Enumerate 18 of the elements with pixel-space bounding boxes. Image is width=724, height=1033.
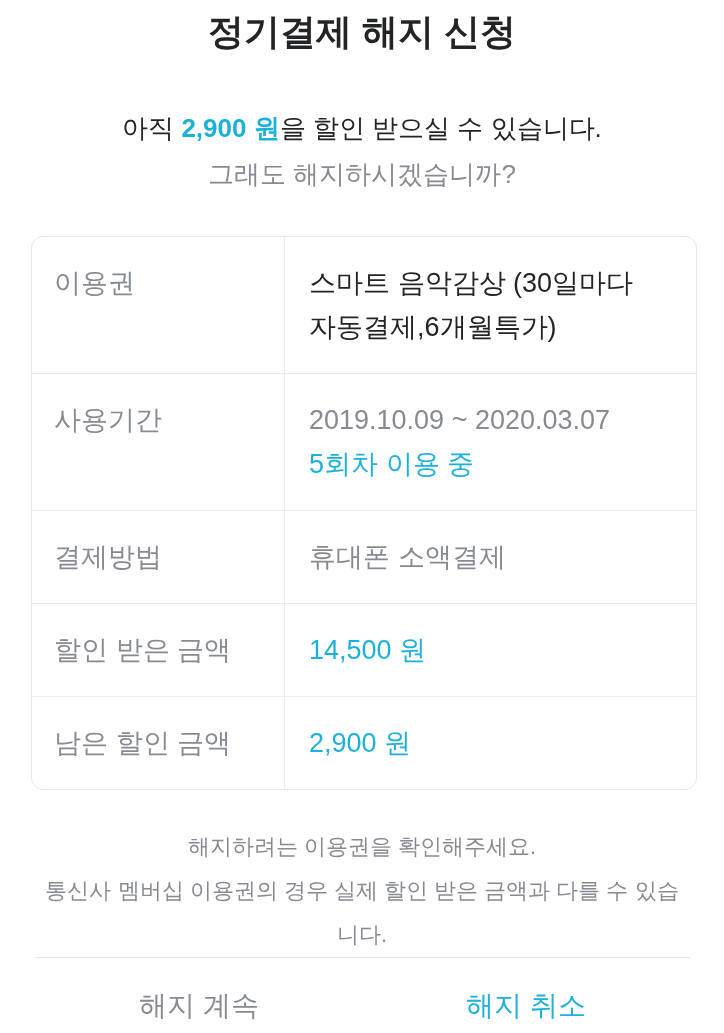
field-label: 결제방법	[54, 542, 162, 572]
field-label: 할인 받은 금액	[54, 635, 231, 665]
dialog-title: 정기결제 해지 신청	[208, 10, 516, 54]
field-label: 사용기간	[54, 405, 162, 435]
field-value: 5회차 이용 중	[309, 448, 475, 481]
field-value: 2019.10.09 ~ 2020.03.07	[309, 404, 611, 437]
field-value: 2,900 원	[309, 727, 412, 760]
field-value: 휴대폰 소액결제	[309, 541, 506, 574]
field-value: 스마트 음악감상 (30일마다 자동결제,6개월특가)	[309, 267, 635, 344]
confirm-question: 그래도 해지하시겠습니까?	[208, 158, 516, 191]
secondary-button[interactable]: 해지 계속	[35, 958, 363, 1032]
field-label: 남은 할인 금액	[54, 728, 231, 758]
discount-notice: 아직 2,900 원을 할인 받으실 수 있습니다.	[122, 112, 602, 145]
note-text: 통신사 멤버십 이용권의 경우 실제 할인 받은 금액과 다를 수 있습니다.	[44, 877, 680, 949]
field-value: 14,500 원	[309, 634, 427, 667]
field-label: 이용권	[54, 268, 135, 298]
primary-button[interactable]: 해지 취소	[362, 958, 690, 1032]
note-text: 해지하려는 이용권을 확인해주세요.	[187, 833, 537, 861]
